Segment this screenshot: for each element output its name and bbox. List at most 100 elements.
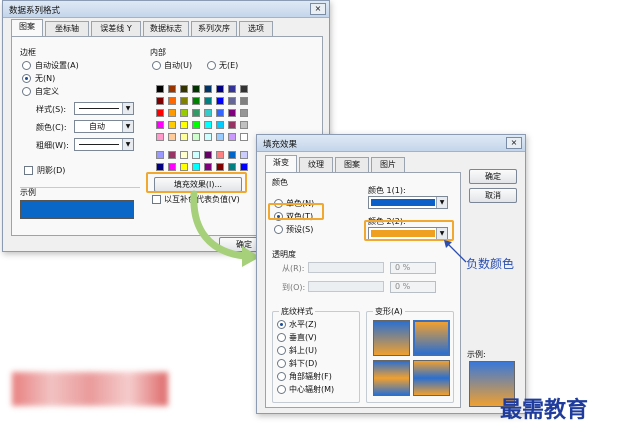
transparency-to-value[interactable]: 0 % [390, 281, 436, 293]
color-swatch[interactable] [240, 133, 248, 141]
color-swatch[interactable] [168, 109, 176, 117]
shading-corner-radio[interactable] [277, 372, 286, 381]
color-swatch[interactable] [180, 121, 188, 129]
border-custom-label: 自定义 [35, 87, 59, 96]
color-swatch[interactable] [216, 85, 224, 93]
tab-data-labels[interactable]: 数据标志 [143, 21, 189, 36]
color-swatch[interactable] [156, 121, 164, 129]
color-swatch[interactable] [240, 151, 248, 159]
two-colors-highlight [268, 203, 324, 220]
color-swatch[interactable] [156, 133, 164, 141]
color-swatch[interactable] [228, 163, 236, 171]
color-swatch[interactable] [228, 151, 236, 159]
invert-negative-checkbox[interactable] [152, 195, 161, 204]
transparency-to-slider[interactable] [308, 281, 384, 292]
color-swatch[interactable] [240, 121, 248, 129]
color-swatch[interactable] [180, 109, 188, 117]
color-swatch[interactable] [204, 121, 212, 129]
color-swatch[interactable] [204, 109, 212, 117]
variant-2[interactable] [413, 320, 450, 356]
close-icon[interactable]: × [310, 3, 326, 15]
transparency-from-value[interactable]: 0 % [390, 262, 436, 274]
tab-pattern[interactable]: 图案 [11, 19, 43, 36]
color-swatch[interactable] [204, 85, 212, 93]
color-swatch[interactable] [228, 97, 236, 105]
color-swatch[interactable] [216, 163, 224, 171]
shading-vertical-radio[interactable] [277, 333, 286, 342]
tab-gradient[interactable]: 渐变 [265, 155, 297, 172]
shading-horizontal-radio[interactable] [277, 320, 286, 329]
color-swatch[interactable] [204, 97, 212, 105]
tab-options[interactable]: 选项 [239, 21, 273, 36]
color-swatch[interactable] [180, 163, 188, 171]
color-swatch[interactable] [156, 97, 164, 105]
shading-diag-down-radio[interactable] [277, 359, 286, 368]
inside-none-radio[interactable] [207, 61, 216, 70]
color-swatch[interactable] [204, 133, 212, 141]
tab-error-bars[interactable]: 误差线 Y [91, 21, 141, 36]
color-swatch[interactable] [156, 109, 164, 117]
color-swatch[interactable] [180, 133, 188, 141]
fill-cancel-button[interactable]: 取消 [469, 188, 517, 203]
color-swatch[interactable] [156, 151, 164, 159]
color-swatch[interactable] [180, 151, 188, 159]
color-swatch[interactable] [192, 121, 200, 129]
border-custom-radio[interactable] [22, 87, 31, 96]
tab-pattern-fill[interactable]: 图案 [335, 157, 369, 172]
color-swatch[interactable] [240, 163, 248, 171]
color-swatch[interactable] [228, 85, 236, 93]
color-swatch[interactable] [216, 151, 224, 159]
color-swatch[interactable] [192, 85, 200, 93]
color-swatch[interactable] [192, 97, 200, 105]
fill-ok-button[interactable]: 确定 [469, 169, 517, 184]
color-swatch[interactable] [192, 133, 200, 141]
preset-radio[interactable] [274, 225, 283, 234]
color-swatch[interactable] [228, 133, 236, 141]
border-color-select[interactable]: 自动 ▼ [74, 120, 134, 133]
color-swatch[interactable] [204, 163, 212, 171]
shading-diag-up-radio[interactable] [277, 346, 286, 355]
color-swatch[interactable] [156, 85, 164, 93]
color-swatch[interactable] [216, 121, 224, 129]
variant-4[interactable] [413, 360, 450, 396]
color-swatch[interactable] [216, 97, 224, 105]
sample-divider [20, 187, 140, 188]
inside-auto-radio[interactable] [152, 61, 161, 70]
color-swatch[interactable] [168, 163, 176, 171]
color-swatch[interactable] [168, 121, 176, 129]
color-swatch[interactable] [168, 151, 176, 159]
border-none-radio[interactable] [22, 74, 31, 83]
color-swatch[interactable] [156, 163, 164, 171]
color-swatch[interactable] [192, 109, 200, 117]
shadow-checkbox[interactable] [24, 166, 33, 175]
color-swatch[interactable] [204, 151, 212, 159]
shading-center-radio[interactable] [277, 385, 286, 394]
color-swatch[interactable] [180, 97, 188, 105]
tab-axis[interactable]: 坐标轴 [45, 21, 89, 36]
color-swatch[interactable] [216, 133, 224, 141]
color-swatch[interactable] [180, 85, 188, 93]
color-swatch[interactable] [168, 97, 176, 105]
color-swatch[interactable] [192, 163, 200, 171]
color-swatch[interactable] [228, 121, 236, 129]
tab-picture[interactable]: 图片 [371, 157, 405, 172]
watermark-logo: 最需教育 [500, 397, 589, 423]
color-swatch[interactable] [216, 109, 224, 117]
color-swatch[interactable] [240, 109, 248, 117]
color-swatch[interactable] [240, 97, 248, 105]
color-swatch[interactable] [228, 109, 236, 117]
tab-texture[interactable]: 纹理 [299, 157, 333, 172]
border-auto-radio[interactable] [22, 61, 31, 70]
tab-series-order[interactable]: 系列次序 [191, 21, 237, 36]
variant-1[interactable] [373, 320, 410, 356]
border-style-select[interactable]: ▼ [74, 102, 134, 115]
border-weight-select[interactable]: ▼ [74, 138, 134, 151]
close-icon[interactable]: × [506, 137, 522, 149]
color-swatch[interactable] [240, 85, 248, 93]
color1-select[interactable]: ▼ [368, 196, 448, 209]
variant-3[interactable] [373, 360, 410, 396]
color-swatch[interactable] [168, 85, 176, 93]
color-swatch[interactable] [192, 151, 200, 159]
transparency-from-slider[interactable] [308, 262, 384, 273]
color-swatch[interactable] [168, 133, 176, 141]
